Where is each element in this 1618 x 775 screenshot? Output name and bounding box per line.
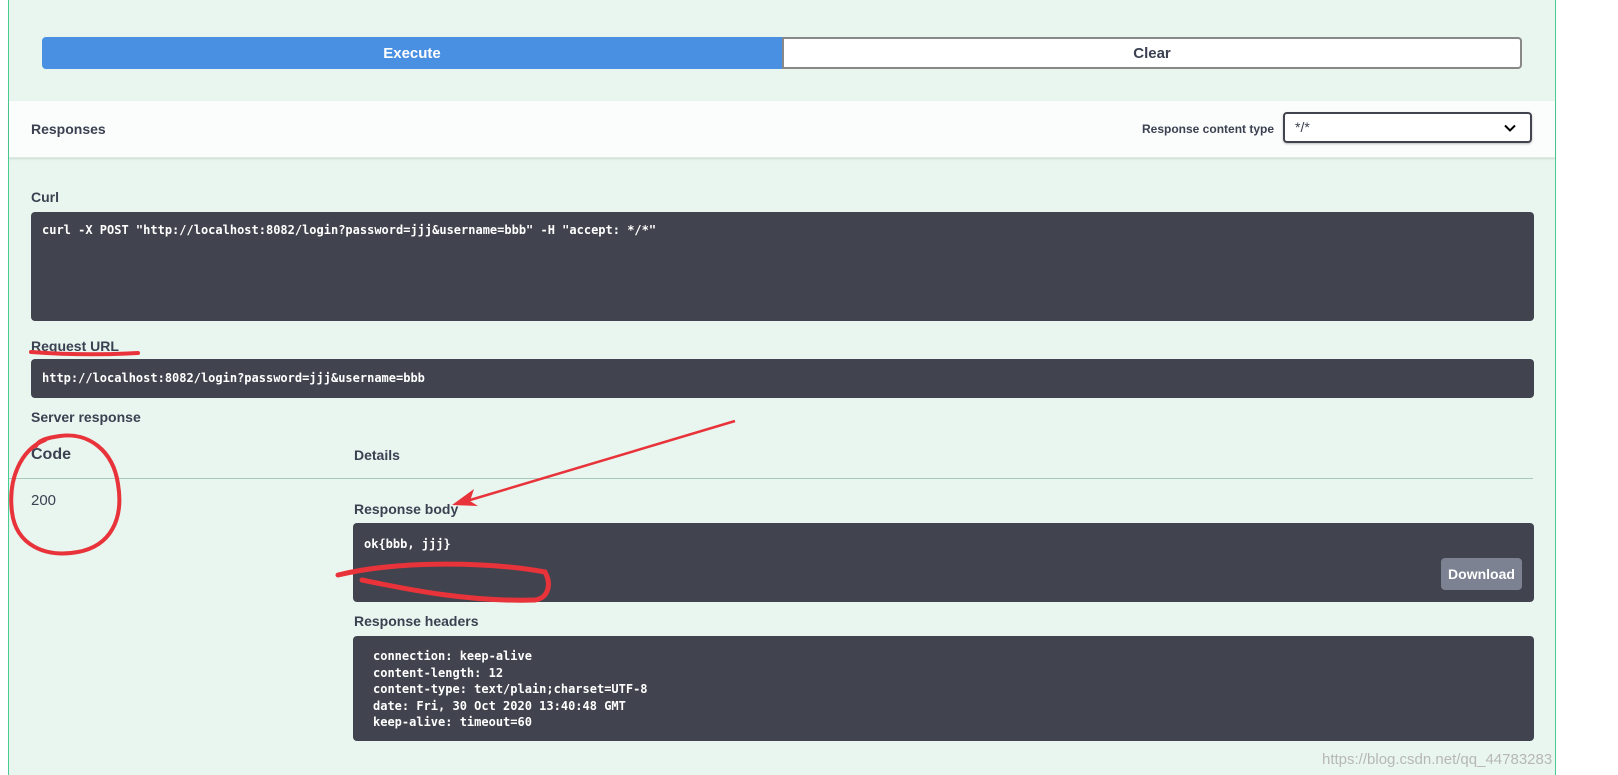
watermark-text: https://blog.csdn.net/qq_44783283 [1322,751,1553,768]
table-divider [9,478,1533,479]
response-content-type-label: Response content type [1142,122,1275,136]
responses-title: Responses [31,121,106,137]
download-button[interactable]: Download [1441,558,1522,590]
response-header-line: connection: keep-alive [373,649,532,663]
response-code: 200 [31,492,57,509]
response-header-line: keep-alive: timeout=60 [373,715,532,729]
response-content-type-value: */* [1295,119,1310,135]
code-column-header: Code [31,446,71,463]
response-headers[interactable]: connection: keep-alive content-length: 1… [353,636,1534,741]
curl-label: Curl [31,189,59,205]
execute-button[interactable]: Execute [42,37,782,69]
request-url-label: Request URL [31,338,119,354]
responses-header: Responses Response content type */* [9,101,1555,158]
response-header-line: content-length: 12 [373,665,504,680]
details-column-header: Details [354,447,400,463]
response-header-line: content-type: text/plain;charset=UTF-8 [373,682,648,696]
server-response-label: Server response [31,409,141,425]
response-headers-label: Response headers [354,613,479,629]
response-header-line: date: Fri, 30 Oct 2020 13:40:48 GMT [373,698,626,713]
response-content-type-select[interactable]: */* [1283,112,1532,143]
response-body[interactable]: ok{bbb, jjj} [353,523,1534,602]
response-body-label: Response body [354,501,459,517]
request-url-value[interactable]: http://localhost:8082/login?password=jjj… [31,359,1534,398]
operation-panel: Execute Clear Responses Response content… [8,0,1556,775]
curl-command[interactable]: curl -X POST "http://localhost:8082/logi… [31,212,1534,321]
clear-button[interactable]: Clear [782,37,1522,69]
execute-wrapper: Execute Clear [42,37,1522,69]
chevron-down-icon [1504,124,1516,132]
